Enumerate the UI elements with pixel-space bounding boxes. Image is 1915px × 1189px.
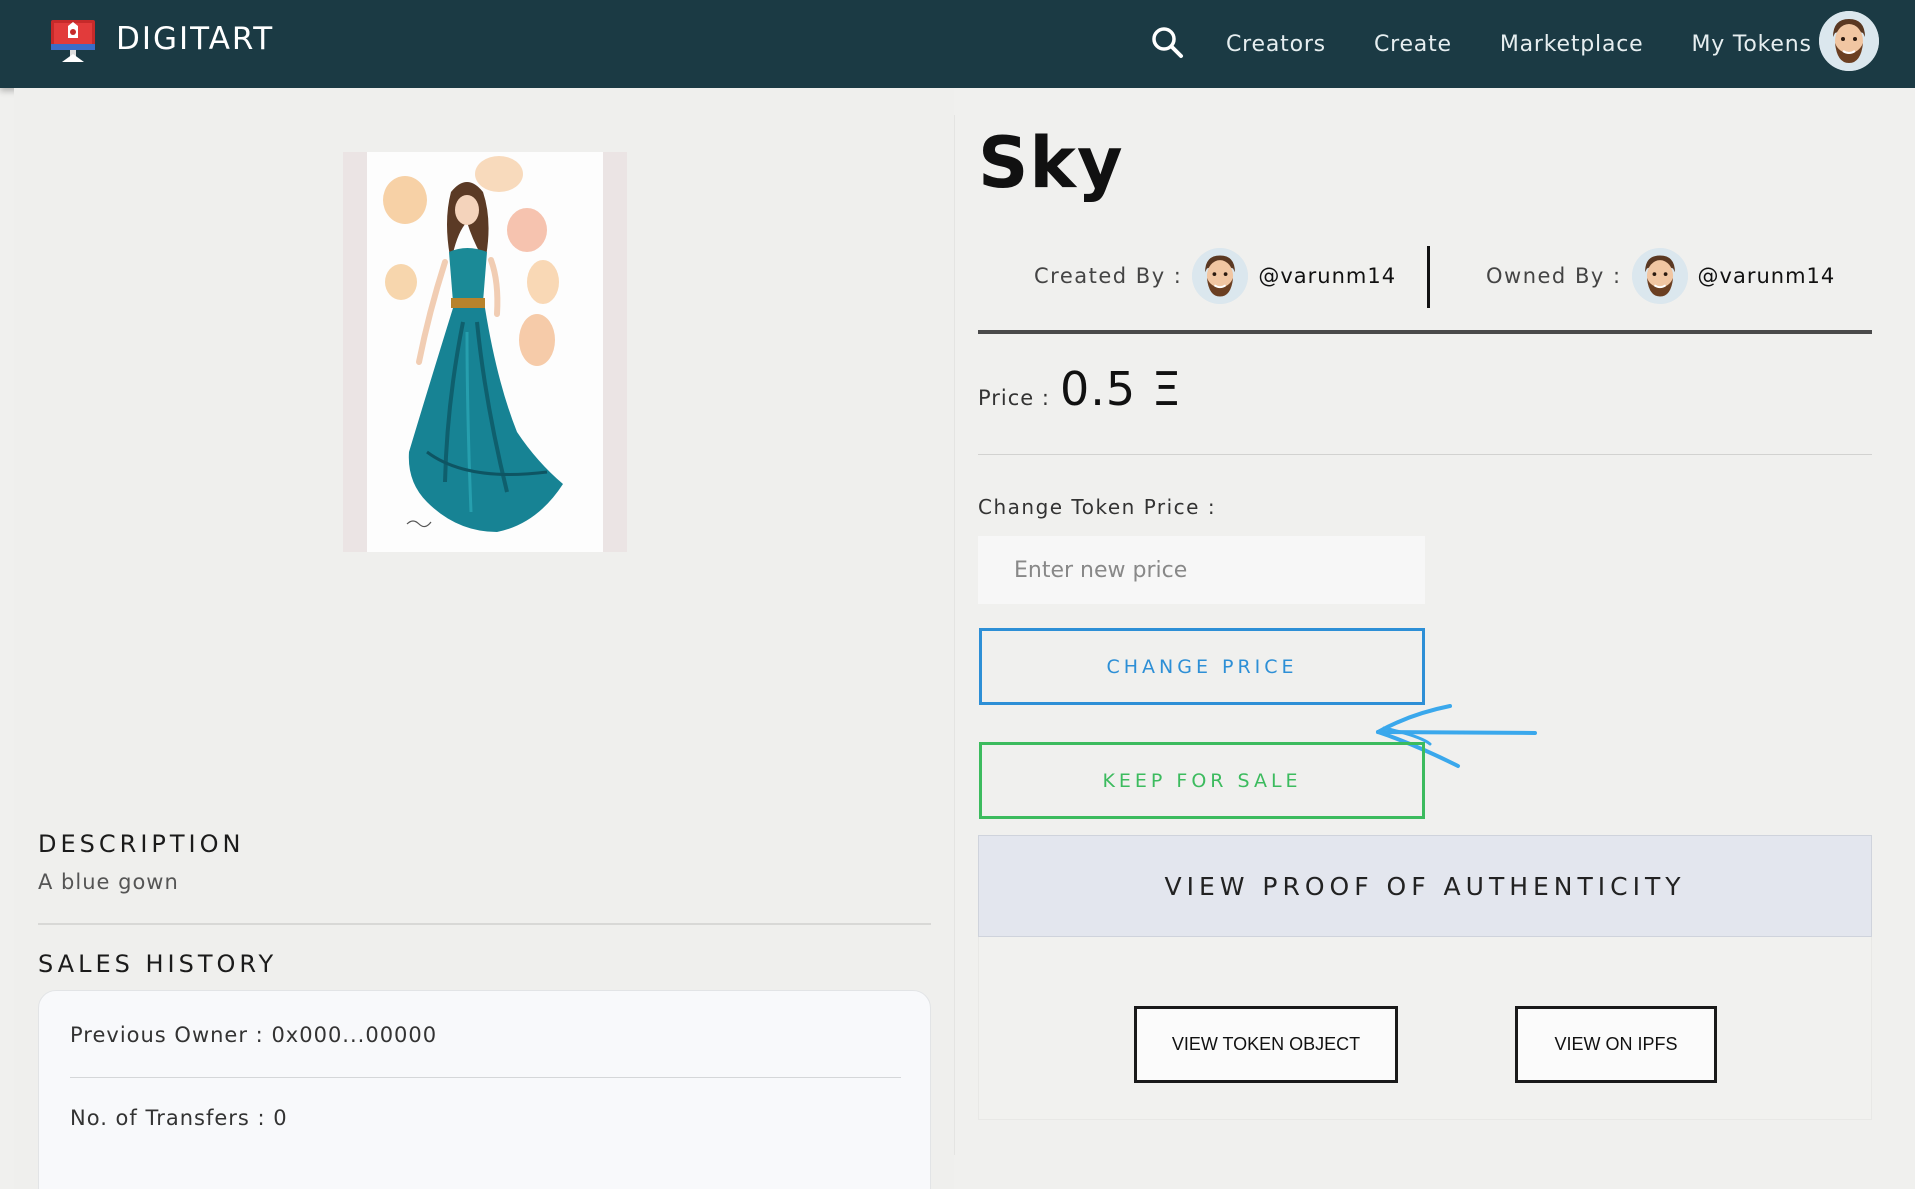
artwork-image[interactable] [343,152,627,552]
change-price-label: Change Token Price : [978,495,1217,519]
view-token-object-button[interactable]: VIEW TOKEN OBJECT [1134,1006,1398,1083]
transfers-label: No. of Transfers : [70,1106,266,1130]
previous-owner-row: Previous Owner : 0x000...00000 [70,1023,437,1047]
header-divider [978,330,1872,334]
transfers-value: 0 [273,1106,288,1130]
view-proof-of-authenticity-button[interactable]: VIEW PROOF OF AUTHENTICITY [978,835,1872,937]
transfers-row: No. of Transfers : 0 [70,1106,288,1130]
owner-username[interactable]: @varunm14 [1698,264,1836,288]
keep-for-sale-button[interactable]: KEEP FOR SALE [979,742,1425,819]
previous-owner-value: 0x000...00000 [271,1023,438,1047]
owned-by-label: Owned By : [1486,264,1622,288]
price-label: Price : [978,386,1050,410]
blue-gown-illustration [383,156,563,532]
owner-avatar-icon[interactable] [1631,248,1688,304]
nav-links: Creators Create Marketplace My Tokens [1226,0,1860,88]
previous-owner-label: Previous Owner : [70,1023,264,1047]
column-divider [954,115,955,1155]
brand-home-link[interactable]: DIGITART [48,14,274,64]
created-by: Created By : @varunm14 [1034,246,1396,306]
change-price-button[interactable]: CHANGE PRICE [979,628,1425,705]
artwork-canvas [367,152,603,552]
sales-history-card: Previous Owner : 0x000...00000 No. of Tr… [38,990,931,1189]
sales-history-heading: SALES HISTORY [38,950,278,978]
description-heading: DESCRIPTION [38,830,245,858]
brand-name: DIGITART [116,21,275,57]
token-title: Sky [978,122,1124,204]
owned-by: Owned By : @varunm14 [1486,246,1835,306]
creator-avatar-icon[interactable] [1192,248,1249,304]
view-on-ipfs-button[interactable]: VIEW ON IPFS [1515,1006,1717,1083]
new-price-input[interactable] [978,536,1425,604]
description-divider [38,923,931,925]
nav-link-marketplace[interactable]: Marketplace [1500,32,1644,57]
top-navbar: DIGITART Creators Create Marketplace My … [0,0,1915,88]
price-value: 0.5 Ξ [1059,362,1182,416]
nav-link-creators[interactable]: Creators [1226,32,1326,57]
price-divider [978,454,1872,455]
nav-link-create[interactable]: Create [1374,32,1452,57]
user-avatar-icon[interactable] [1819,11,1879,71]
creator-username[interactable]: @varunm14 [1258,264,1396,288]
description-text: A blue gown [38,870,179,894]
created-by-label: Created By : [1034,264,1183,288]
search-icon[interactable] [1150,25,1184,59]
sales-history-divider [70,1077,901,1078]
monitor-logo-icon [51,20,95,62]
price-row: Price : 0.5 Ξ [978,362,1182,416]
nav-link-my-tokens[interactable]: My Tokens [1691,32,1811,57]
token-links-panel [978,937,1872,1120]
meta-separator [1427,246,1430,308]
